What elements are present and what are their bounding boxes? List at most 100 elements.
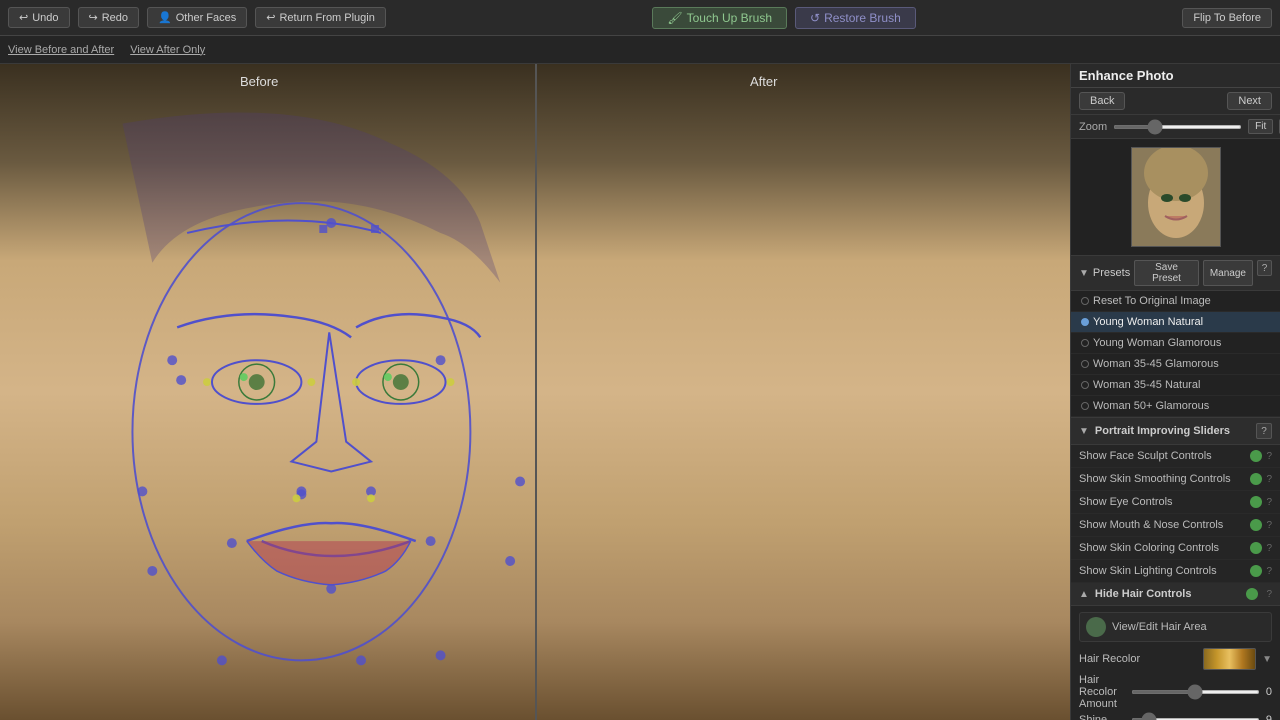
shine-row: Shine 9	[1079, 714, 1272, 720]
hair-help[interactable]: ?	[1266, 589, 1272, 600]
undo-button[interactable]: ↩ Undo	[8, 7, 70, 28]
preset-young-glamorous[interactable]: Young Woman Glamorous	[1071, 333, 1280, 354]
fit-button[interactable]: Fit	[1248, 119, 1273, 134]
skin-lighting-label: Show Skin Lighting Controls	[1079, 565, 1246, 577]
hair-section-title: Hide Hair Controls	[1095, 588, 1192, 600]
presets-help-button[interactable]: ?	[1257, 260, 1272, 276]
hair-dot	[1246, 588, 1258, 600]
sliders-section-header: ▼ Portrait Improving Sliders ?	[1071, 418, 1280, 445]
hair-toggle-icon: ▲	[1079, 589, 1089, 600]
shine-value: 9	[1266, 714, 1272, 720]
skin-lighting-dot	[1250, 565, 1262, 577]
preset-young-glamorous-label: Young Woman Glamorous	[1093, 337, 1221, 349]
preset-radio-young-natural	[1081, 318, 1089, 326]
preset-radio-reset	[1081, 297, 1089, 305]
before-label: Before	[240, 74, 278, 89]
skin-smoothing-control[interactable]: Show Skin Smoothing Controls ?	[1071, 468, 1280, 491]
face-sculpt-control[interactable]: Show Face Sculpt Controls ?	[1071, 445, 1280, 468]
view-edit-hair-button[interactable]: View/Edit Hair Area	[1079, 612, 1272, 642]
preset-woman-35-45-nat[interactable]: Woman 35-45 Natural	[1071, 375, 1280, 396]
hair-controls: View/Edit Hair Area Hair Recolor ▼ Hair …	[1071, 606, 1280, 720]
preset-35-45-glam-label: Woman 35-45 Glamorous	[1093, 358, 1219, 370]
skin-coloring-help[interactable]: ?	[1266, 543, 1272, 554]
flip-label: Flip To Before	[1193, 12, 1261, 24]
panel-title-bar: Enhance Photo	[1071, 64, 1280, 88]
sliders-help-button[interactable]: ?	[1256, 423, 1272, 439]
mouth-nose-help[interactable]: ?	[1266, 520, 1272, 531]
sliders-section-title: Portrait Improving Sliders	[1095, 425, 1230, 437]
image-area[interactable]: Before After	[0, 64, 1070, 720]
preset-radio-young-glamorous	[1081, 339, 1089, 347]
restore-icon: ↺	[810, 11, 820, 25]
eye-control[interactable]: Show Eye Controls ?	[1071, 491, 1280, 514]
redo-label: Redo	[102, 12, 128, 24]
save-preset-button[interactable]: Save Preset	[1134, 260, 1199, 286]
sliders-toggle-icon: ▼	[1079, 426, 1089, 437]
other-faces-button[interactable]: 👤 Other Faces	[147, 7, 247, 28]
preset-young-natural-label: Young Woman Natural	[1093, 316, 1203, 328]
zoom-label: Zoom	[1079, 121, 1107, 133]
eye-label: Show Eye Controls	[1079, 496, 1246, 508]
view-after-only-link[interactable]: View After Only	[130, 44, 205, 56]
preset-woman-50-glam[interactable]: Woman 50+ Glamorous	[1071, 396, 1280, 417]
skin-lighting-help[interactable]: ?	[1266, 566, 1272, 577]
eye-dot	[1250, 496, 1262, 508]
skin-coloring-control[interactable]: Show Skin Coloring Controls ?	[1071, 537, 1280, 560]
flip-button[interactable]: Flip To Before	[1182, 8, 1272, 28]
hair-amount-slider[interactable]	[1131, 690, 1260, 694]
view-edit-hair-label: View/Edit Hair Area	[1112, 621, 1207, 633]
hair-amount-value: 0	[1266, 686, 1272, 698]
hair-amount-row: Hair Recolor Amount 0	[1079, 674, 1272, 710]
skin-coloring-dot	[1250, 542, 1262, 554]
panel-nav-bar: Back Next	[1071, 88, 1280, 115]
center-buttons: 🖌 Touch Up Brush ↺ Restore Brush	[394, 7, 1174, 29]
face-landmark-overlay	[0, 64, 1070, 720]
right-panel: Enhance Photo Back Next Zoom Fit Face 1:…	[1070, 64, 1280, 720]
zoom-bar: Zoom Fit Face 1:1	[1071, 115, 1280, 139]
other-faces-label: Other Faces	[176, 12, 237, 24]
touch-up-label: Touch Up Brush	[687, 11, 772, 25]
hair-recolor-label: Hair Recolor	[1079, 653, 1140, 665]
panel-title: Enhance Photo	[1079, 68, 1174, 83]
shine-label: Shine	[1079, 714, 1125, 720]
presets-label: Presets	[1093, 267, 1130, 279]
skin-smoothing-dot	[1250, 473, 1262, 485]
hair-color-dropdown-arrow[interactable]: ▼	[1262, 654, 1272, 665]
return-icon: ↩	[266, 11, 275, 24]
skin-lighting-control[interactable]: Show Skin Lighting Controls ?	[1071, 560, 1280, 583]
preset-radio-35-45-glam	[1081, 360, 1089, 368]
hair-color-swatch[interactable]	[1203, 648, 1256, 670]
skin-smoothing-label: Show Skin Smoothing Controls	[1079, 473, 1246, 485]
top-toolbar: ↩ Undo ↪ Redo 👤 Other Faces ↩ Return Fro…	[0, 0, 1280, 36]
sliders-controls: Show Face Sculpt Controls ? Show Skin Sm…	[1071, 445, 1280, 583]
hair-amount-label: Hair Recolor Amount	[1079, 674, 1125, 710]
mouth-nose-label: Show Mouth & Nose Controls	[1079, 519, 1246, 531]
view-before-after-link[interactable]: View Before and After	[8, 44, 114, 56]
mouth-nose-dot	[1250, 519, 1262, 531]
after-label: After	[750, 74, 777, 89]
return-plugin-button[interactable]: ↩ Return From Plugin	[255, 7, 386, 28]
zoom-slider[interactable]	[1113, 125, 1242, 129]
back-button[interactable]: Back	[1079, 92, 1125, 110]
face-sculpt-help[interactable]: ?	[1266, 451, 1272, 462]
preset-reset[interactable]: Reset To Original Image	[1071, 291, 1280, 312]
preset-woman-35-45-glam[interactable]: Woman 35-45 Glamorous	[1071, 354, 1280, 375]
redo-button[interactable]: ↪ Redo	[78, 7, 140, 28]
mouth-nose-control[interactable]: Show Mouth & Nose Controls ?	[1071, 514, 1280, 537]
manage-button[interactable]: Manage	[1203, 260, 1253, 286]
brush-icon: 🖌	[667, 11, 682, 25]
restore-label: Restore Brush	[824, 11, 901, 25]
preset-35-45-nat-label: Woman 35-45 Natural	[1093, 379, 1200, 391]
face-sculpt-label: Show Face Sculpt Controls	[1079, 450, 1246, 462]
next-button[interactable]: Next	[1227, 92, 1272, 110]
touch-up-button[interactable]: 🖌 Touch Up Brush	[652, 7, 787, 29]
faces-icon: 👤	[158, 11, 172, 24]
preset-young-natural[interactable]: Young Woman Natural	[1071, 312, 1280, 333]
restore-button[interactable]: ↺ Restore Brush	[795, 7, 916, 29]
hair-area-icon	[1086, 617, 1106, 637]
undo-icon: ↩	[19, 11, 28, 24]
skin-smoothing-help[interactable]: ?	[1266, 474, 1272, 485]
hair-recolor-row: Hair Recolor ▼	[1079, 648, 1272, 670]
thumbnail[interactable]	[1131, 147, 1221, 247]
eye-help[interactable]: ?	[1266, 497, 1272, 508]
